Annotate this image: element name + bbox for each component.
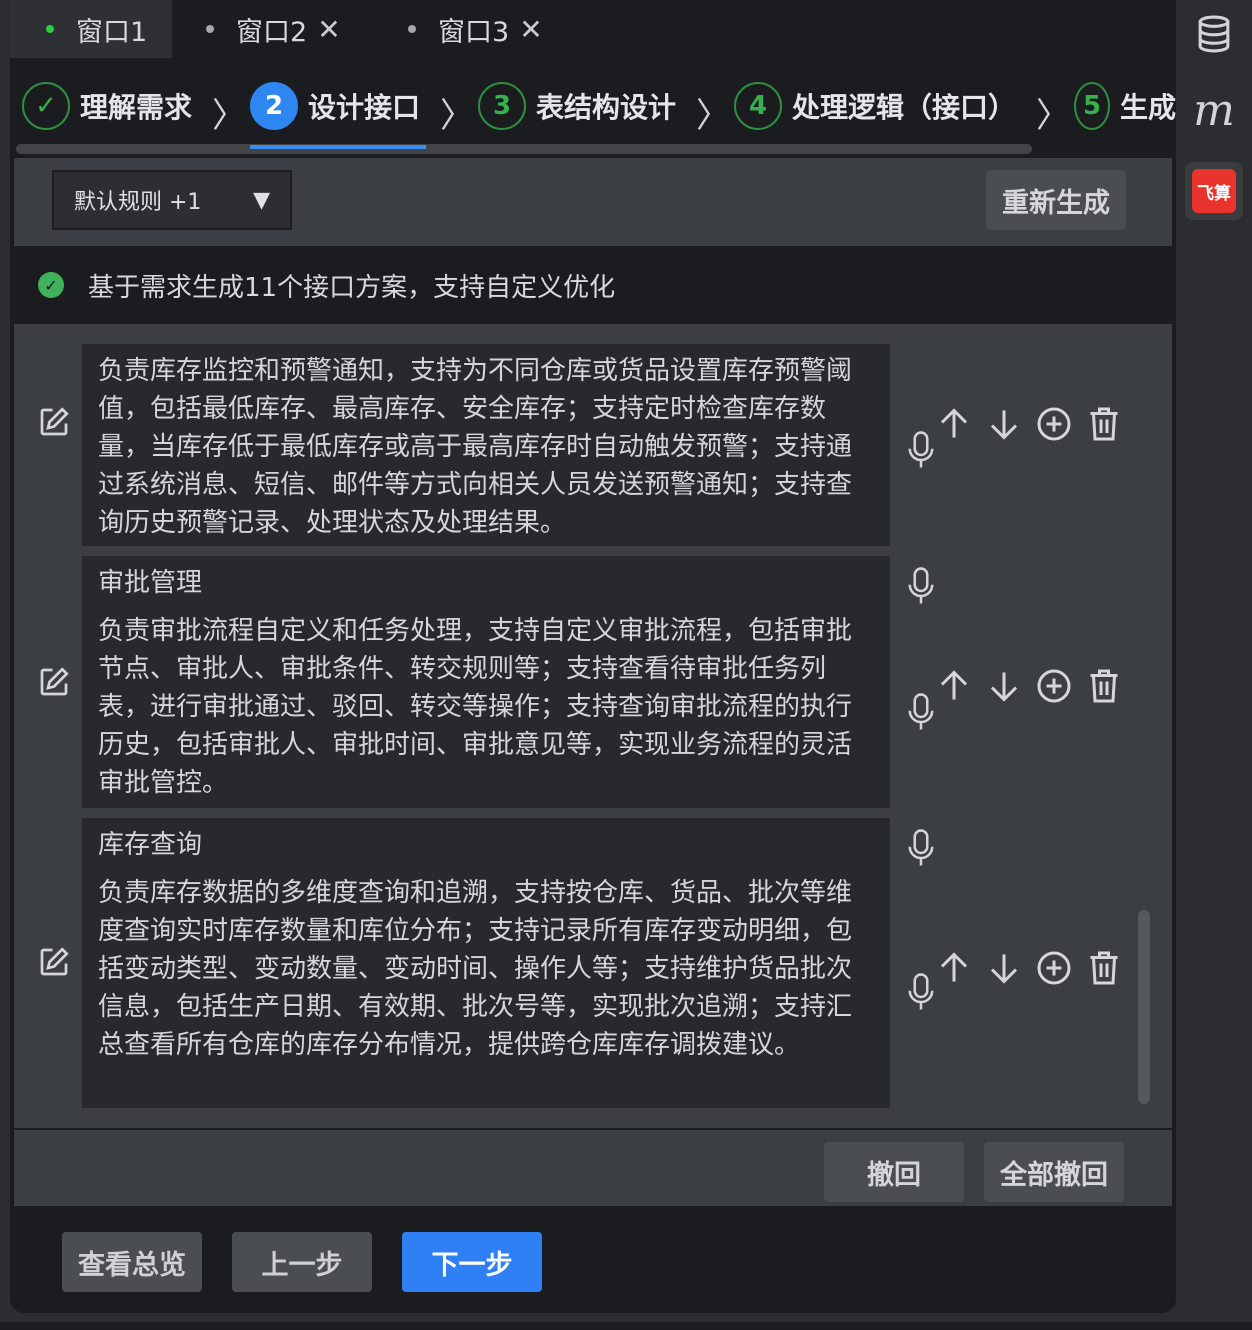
card-actions: [936, 950, 1122, 986]
vertical-scrollbar[interactable]: [1138, 910, 1150, 1104]
m-plugin-icon[interactable]: m: [1188, 84, 1240, 136]
interface-card[interactable]: 库存查询 负责库存数据的多维度查询和追溯，支持按仓库、货品、批次等维度查询实时库…: [82, 818, 890, 1108]
microphone-icon[interactable]: [906, 430, 936, 470]
microphone-icon[interactable]: [906, 972, 936, 1012]
undo-bar: 撤回 全部撤回: [14, 1130, 1172, 1206]
arrow-up-icon[interactable]: [936, 950, 972, 986]
right-sidebar: m 飞算: [1176, 0, 1252, 1330]
step-number: 4: [734, 82, 782, 130]
chevron-right-icon: 〉: [696, 96, 730, 136]
tab-window-3[interactable]: 窗口3 ✕: [408, 0, 543, 58]
active-step-indicator: [250, 145, 426, 149]
card-title: 库存查询: [98, 830, 203, 860]
tab-window-1[interactable]: 窗口1: [10, 0, 172, 58]
arrow-up-icon[interactable]: [936, 406, 972, 442]
step-navigator: ✓ 理解需求 〉 2 设计接口 〉 3 表结构设计 〉 4 处理逻辑（接口） 〉…: [10, 58, 1176, 158]
prev-step-button[interactable]: 上一步: [232, 1232, 372, 1292]
microphone-icon[interactable]: [906, 692, 936, 732]
step-label: 处理逻辑（接口）: [792, 91, 1017, 124]
step-4[interactable]: 4 处理逻辑（接口）: [734, 82, 1016, 130]
rule-select[interactable]: 默认规则 +1 ▼: [52, 170, 292, 230]
check-circle-icon: ✓: [38, 272, 64, 298]
interface-list: 负责库存监控和预警通知，支持为不同仓库或货品设置库存预警阈值，包括最低库存、最高…: [14, 324, 1172, 1128]
tab-label: 窗口3: [438, 16, 510, 48]
arrow-down-icon[interactable]: [986, 406, 1022, 442]
card-description: 负责库存数据的多维度查询和追溯，支持按仓库、货品、批次等维度查询实时库存数量和库…: [98, 878, 853, 1060]
window-tabs: 窗口1 窗口2 ✕ 窗口3 ✕: [10, 0, 1176, 58]
database-icon[interactable]: [1188, 8, 1240, 60]
trash-icon[interactable]: [1086, 950, 1122, 986]
status-message: ✓ 基于需求生成11个接口方案，支持自定义优化: [10, 246, 1176, 324]
step-label: 理解需求: [80, 91, 193, 124]
step-5[interactable]: 5 生成: [1074, 82, 1176, 130]
step-label: 生成: [1119, 91, 1176, 124]
trash-icon[interactable]: [1086, 668, 1122, 704]
card-actions: [936, 406, 1122, 442]
step-1[interactable]: ✓ 理解需求: [22, 82, 192, 130]
arrow-down-icon[interactable]: [986, 668, 1022, 704]
interface-card[interactable]: 负责库存监控和预警通知，支持为不同仓库或货品设置库存预警阈值，包括最低库存、最高…: [82, 344, 890, 546]
check-icon: ✓: [22, 82, 70, 130]
card-description: 负责库存监控和预警通知，支持为不同仓库或货品设置库存预警阈值，包括最低库存、最高…: [98, 356, 853, 538]
rule-select-value: 默认规则 +1: [74, 190, 202, 215]
arrow-up-icon[interactable]: [936, 668, 972, 704]
tab-window-2[interactable]: 窗口2 ✕: [206, 0, 341, 58]
chevron-right-icon: 〉: [212, 96, 246, 136]
active-dot-icon: [46, 25, 54, 33]
trash-icon[interactable]: [1086, 406, 1122, 442]
edit-icon[interactable]: [36, 664, 72, 700]
microphone-icon[interactable]: [906, 828, 936, 868]
dot-icon: [206, 25, 214, 33]
edit-icon[interactable]: [36, 944, 72, 980]
toolbar: 默认规则 +1 ▼ 重新生成: [14, 158, 1172, 246]
step-label: 设计接口: [308, 91, 421, 124]
undo-button[interactable]: 撤回: [824, 1142, 964, 1202]
feishu-logo-label: 飞算: [1192, 169, 1236, 213]
chevron-right-icon: 〉: [440, 96, 474, 136]
chevron-down-icon: ▼: [253, 187, 270, 213]
tab-label: 窗口2: [236, 16, 308, 48]
card-description: 负责审批流程自定义和任务处理，支持自定义审批流程，包括审批节点、审批人、审批条件…: [98, 616, 853, 798]
add-circle-icon[interactable]: [1036, 950, 1072, 986]
horizontal-scrollbar[interactable]: [16, 144, 1032, 154]
bottom-edge: [0, 1322, 1252, 1330]
add-circle-icon[interactable]: [1036, 406, 1072, 442]
step-number: 3: [478, 82, 526, 130]
close-icon[interactable]: ✕: [317, 13, 340, 46]
edit-icon[interactable]: [36, 404, 72, 440]
add-circle-icon[interactable]: [1036, 668, 1072, 704]
next-step-button[interactable]: 下一步: [402, 1232, 542, 1292]
microphone-icon[interactable]: [906, 566, 936, 606]
status-text: 基于需求生成11个接口方案，支持自定义优化: [88, 272, 616, 303]
card-title: 审批管理: [98, 568, 203, 598]
feishu-logo-icon[interactable]: 飞算: [1185, 162, 1243, 220]
chevron-right-icon: 〉: [1036, 96, 1070, 136]
tab-label: 窗口1: [76, 16, 148, 48]
step-number: 5: [1074, 82, 1110, 130]
step-label: 表结构设计: [536, 91, 677, 124]
step-number: 2: [250, 82, 298, 130]
card-actions: [936, 668, 1122, 704]
dot-icon: [408, 25, 416, 33]
overview-button[interactable]: 查看总览: [62, 1232, 202, 1292]
regenerate-button[interactable]: 重新生成: [986, 170, 1126, 230]
step-2[interactable]: 2 设计接口: [250, 82, 420, 130]
arrow-down-icon[interactable]: [986, 950, 1022, 986]
undo-all-button[interactable]: 全部撤回: [984, 1142, 1124, 1202]
interface-card[interactable]: 审批管理 负责审批流程自定义和任务处理，支持自定义审批流程，包括审批节点、审批人…: [82, 556, 890, 808]
close-icon[interactable]: ✕: [519, 13, 542, 46]
main-panel: 窗口1 窗口2 ✕ 窗口3 ✕ ✓ 理解需求 〉 2 设计接口 〉 3 表结构设…: [10, 0, 1176, 1313]
step-3[interactable]: 3 表结构设计: [478, 82, 676, 130]
